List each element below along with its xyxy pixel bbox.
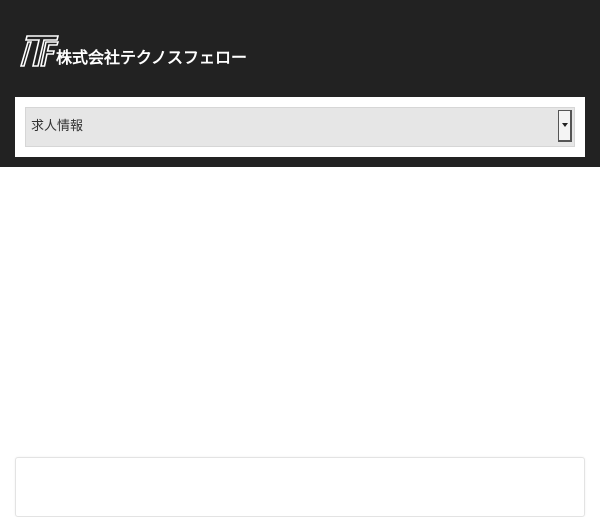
page-select-dropdown[interactable]: 求人情報 <box>25 107 575 147</box>
tf-logo-icon <box>19 35 60 67</box>
site-header: 株式会社テクノスフェロー 求人情報 <box>0 0 600 167</box>
select-selected-label: 求人情報 <box>31 119 84 134</box>
company-name: 株式会社テクノスフェロー <box>56 48 248 67</box>
nav-select-container: 求人情報 <box>15 97 585 157</box>
content-card <box>15 457 585 517</box>
chevron-down-icon <box>562 123 568 127</box>
select-arrow-button[interactable] <box>558 110 572 142</box>
site-logo-link[interactable]: 株式会社テクノスフェロー <box>18 33 247 69</box>
